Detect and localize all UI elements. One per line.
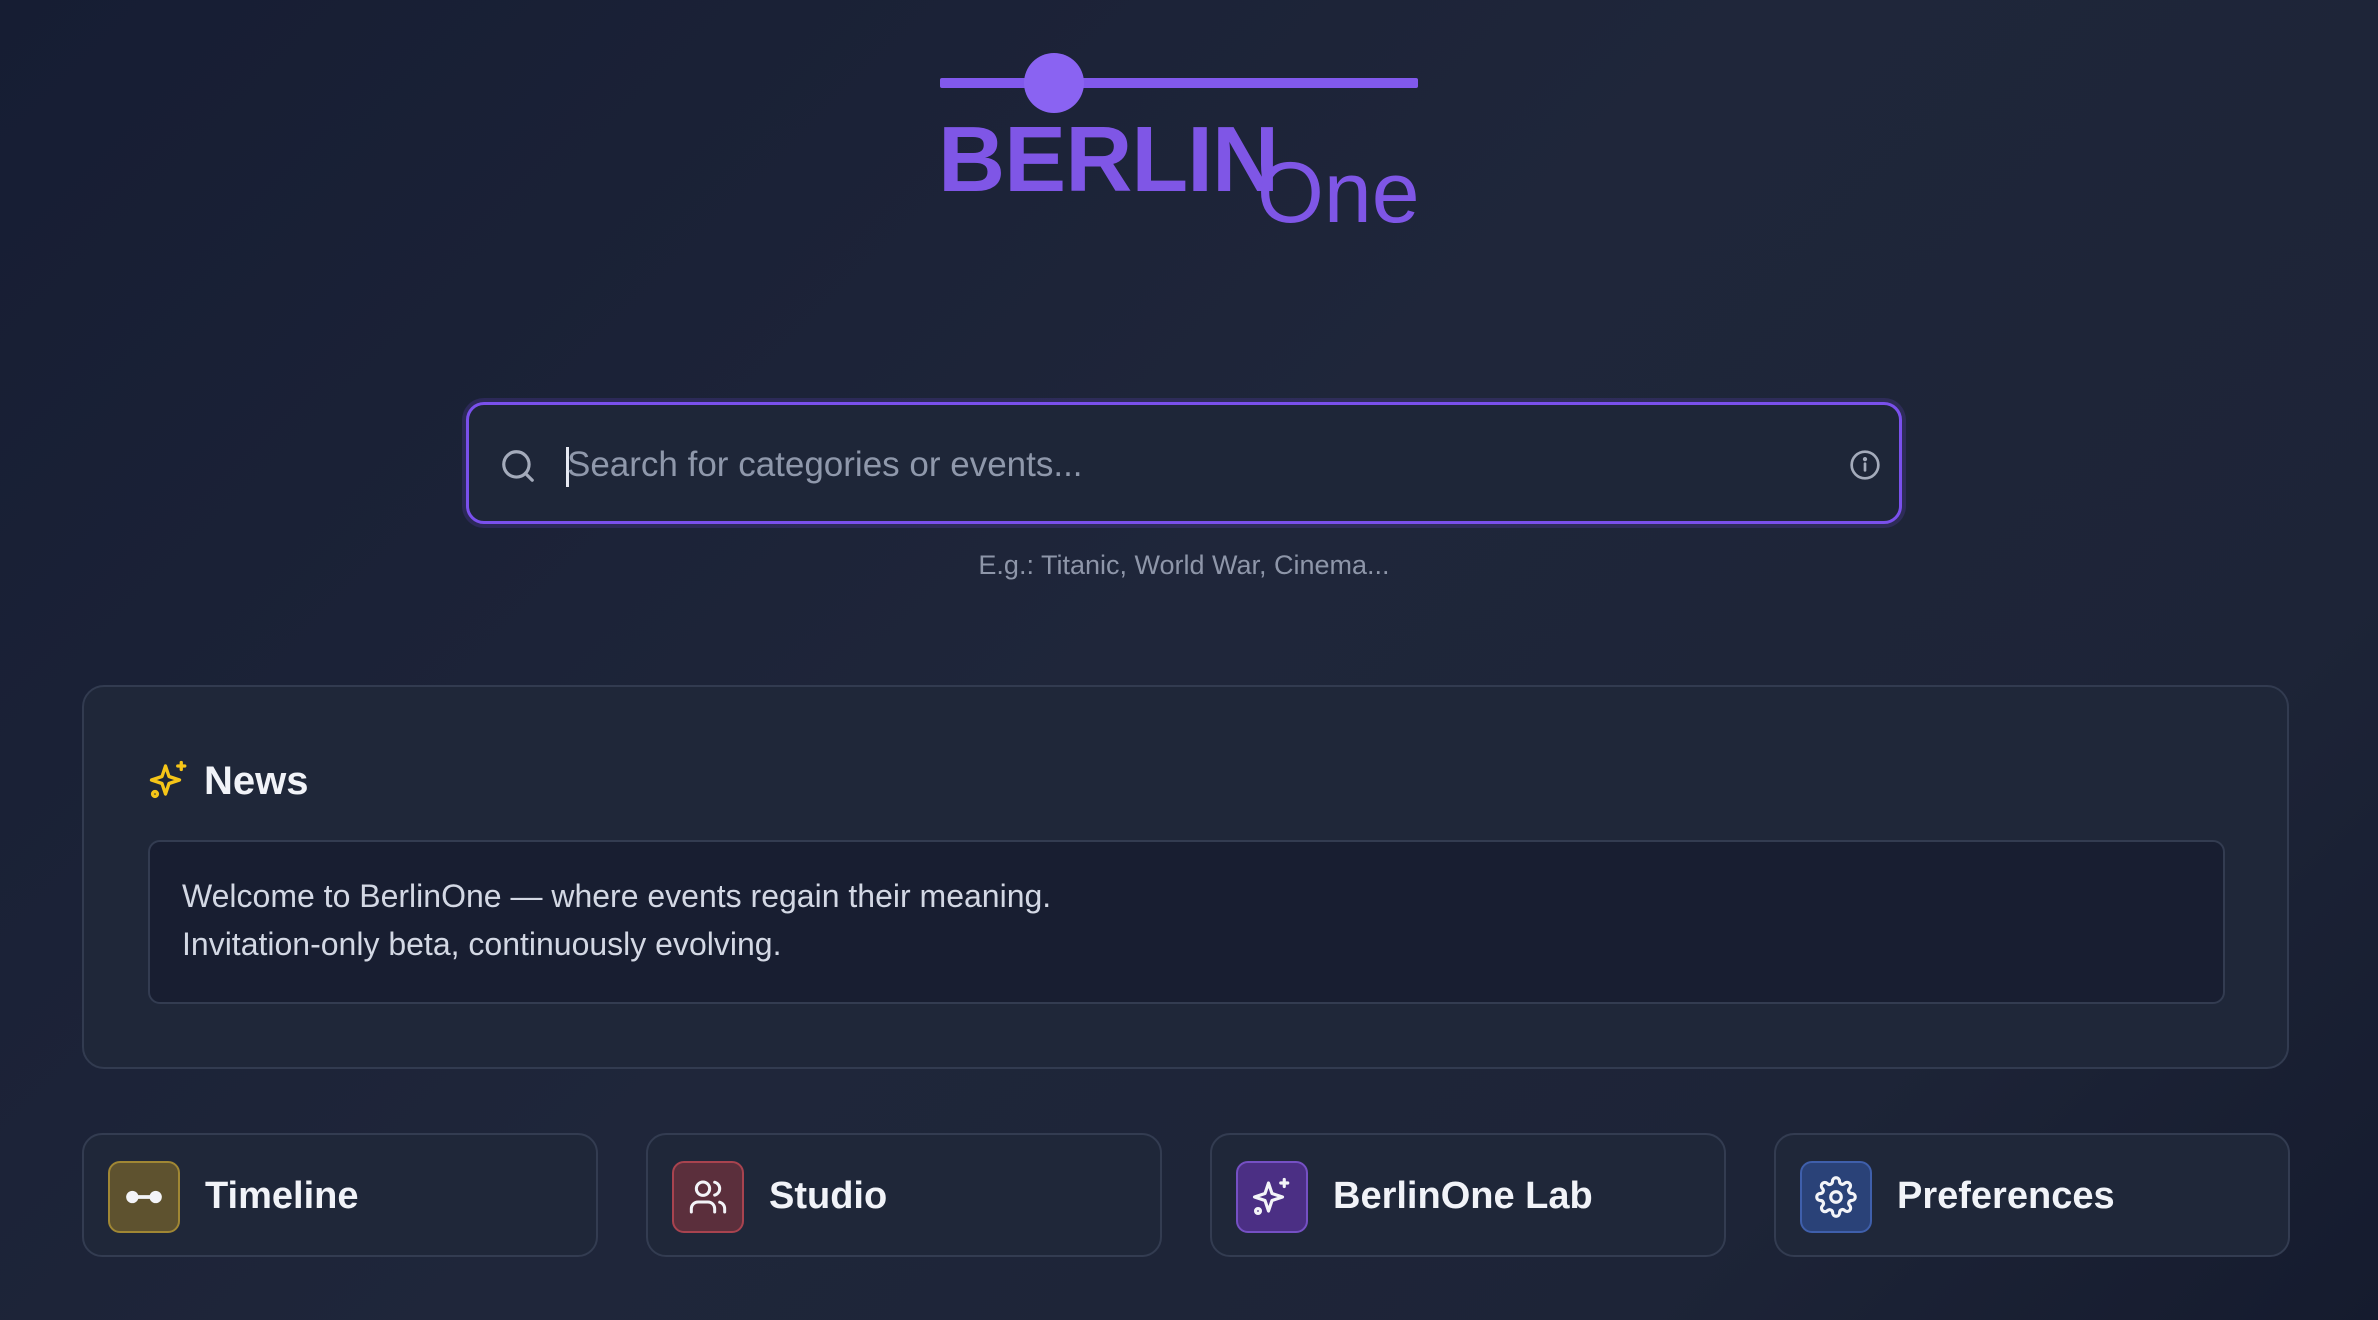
news-title: News [204, 759, 309, 803]
news-panel: News Welcome to BerlinOne — where events… [82, 685, 2289, 1069]
gear-icon [1800, 1161, 1872, 1233]
users-icon [672, 1161, 744, 1233]
search-hint: E.g.: Titanic, World War, Cinema... [978, 550, 1390, 580]
logo-slider-track [940, 78, 1418, 88]
search-input[interactable] [565, 429, 1769, 501]
preferences-card[interactable]: Preferences [1774, 1133, 2290, 1257]
logo-text-secondary: One [1257, 145, 1420, 241]
studio-card-label: Studio [769, 1175, 888, 1217]
timeline-icon [108, 1161, 180, 1233]
news-line: Welcome to BerlinOne — where events rega… [182, 878, 1052, 914]
sparkles-icon [1236, 1161, 1308, 1233]
timeline-card-label: Timeline [205, 1175, 359, 1217]
timeline-card[interactable]: Timeline [82, 1133, 598, 1257]
sparkles-icon [149, 760, 187, 799]
preferences-card-label: Preferences [1897, 1175, 2115, 1217]
logo-text-primary: BERLIN [938, 107, 1279, 211]
news-line: Invitation-only beta, continuously evolv… [182, 926, 782, 962]
berlinone-lab-card-label: BerlinOne Lab [1333, 1175, 1593, 1217]
berlinone-lab-card[interactable]: BerlinOne Lab [1210, 1133, 1726, 1257]
studio-card[interactable]: Studio [646, 1133, 1162, 1257]
logo-slider-dot [1024, 53, 1084, 113]
info-icon[interactable] [1849, 449, 1881, 481]
app-logo: BERLIN One [938, 50, 1420, 241]
news-message: Welcome to BerlinOne — where events rega… [148, 840, 2225, 1004]
search-icon [502, 450, 534, 482]
search-bar[interactable] [466, 402, 1902, 524]
